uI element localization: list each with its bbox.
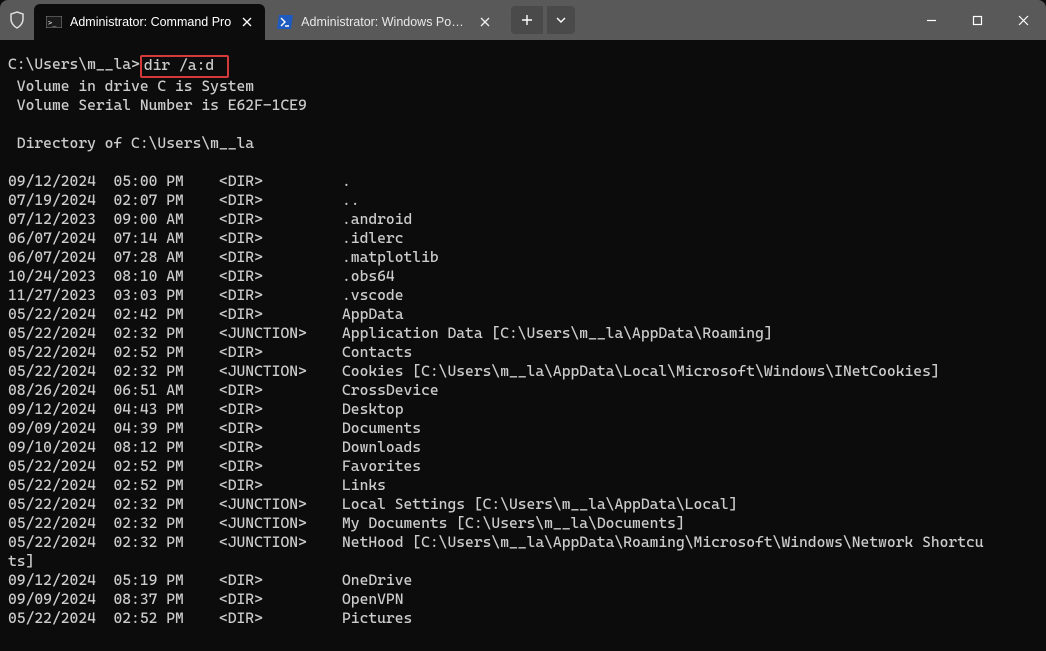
maximize-button[interactable] (954, 0, 1000, 40)
tab-powershell[interactable]: Administrator: Windows Power (265, 4, 503, 40)
command-highlight: dir /a:d (140, 55, 229, 78)
shield-icon (0, 0, 34, 40)
svg-text:>_: >_ (48, 19, 57, 27)
close-tab-icon[interactable] (239, 14, 255, 30)
close-tab-icon[interactable] (477, 14, 493, 30)
close-window-button[interactable] (1000, 0, 1046, 40)
window-controls (908, 0, 1046, 40)
titlebar-drag[interactable] (575, 0, 908, 40)
titlebar: >_ Administrator: Command Pro Administra… (0, 0, 1046, 40)
tab-dropdown-button[interactable] (547, 6, 575, 34)
tab-cmd[interactable]: >_ Administrator: Command Pro (34, 4, 265, 40)
terminal-output[interactable]: C:\Users\m__la>dir /a:d Volume in drive … (0, 40, 1046, 636)
powershell-icon (277, 14, 293, 30)
new-tab-button[interactable] (511, 6, 543, 34)
minimize-button[interactable] (908, 0, 954, 40)
newtab-group (511, 0, 575, 40)
prompt-path: C:\Users\m__la> (8, 55, 140, 73)
cmd-icon: >_ (46, 14, 62, 30)
tab-strip: >_ Administrator: Command Pro Administra… (34, 0, 503, 40)
tab-label: Administrator: Windows Power (301, 15, 469, 29)
tab-label: Administrator: Command Pro (70, 15, 231, 29)
